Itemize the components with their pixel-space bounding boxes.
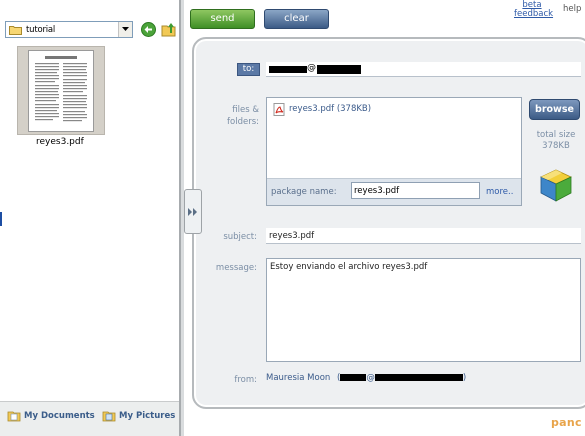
package-name-row: package name: reyes3.pdf more.. (267, 178, 521, 205)
to-field-button[interactable]: to: (237, 63, 260, 76)
total-size-label: total size (536, 130, 576, 140)
package-name-label: package name: (271, 187, 337, 197)
sender-email-at: @ (366, 373, 375, 383)
redacted-text (317, 65, 361, 74)
message-label: message: (215, 263, 257, 273)
total-size-value: 378KB (542, 141, 570, 151)
sender-identity[interactable]: Mauresia Moon (@) (266, 373, 466, 385)
total-size: total size 378KB (532, 130, 580, 152)
picture-icon (102, 411, 116, 422)
folder-icon (9, 26, 22, 35)
browser-shortcuts: My Documents My Pictures (0, 401, 179, 436)
beta-feedback-link[interactable]: beta feedback (514, 1, 553, 19)
shortcut-label: My Pictures (119, 411, 176, 421)
folder-dropdown[interactable]: tutorial (5, 21, 133, 38)
files-list[interactable]: reyes3.pdf (378KB) package name: reyes3.… (266, 97, 522, 206)
chevron-down-icon[interactable] (118, 22, 132, 37)
help-link[interactable]: help (563, 4, 581, 14)
recipient-input[interactable]: @ (266, 62, 581, 77)
message-textarea[interactable]: Estoy enviando el archivo reyes3.pdf (266, 258, 581, 362)
clear-button[interactable]: clear (264, 9, 329, 29)
pdf-icon (273, 103, 285, 116)
document-icon (7, 411, 21, 422)
brand-logo: panc (551, 416, 582, 429)
sender-name: Mauresia Moon (266, 373, 331, 383)
redacted-text (269, 66, 307, 73)
redacted-text (340, 374, 367, 381)
sender-email-close: ) (462, 373, 467, 383)
up-folder-icon[interactable] (161, 21, 177, 38)
more-options-link[interactable]: more.. (486, 187, 513, 197)
package-cube-icon (540, 169, 572, 202)
scroll-indicator (0, 212, 2, 226)
from-label: from: (234, 375, 257, 385)
attached-file-name: reyes3.pdf (378KB) (289, 104, 372, 114)
shortcut-label: My Documents (24, 411, 95, 421)
expand-arrows-icon (188, 208, 197, 216)
back-arrow-icon[interactable] (141, 22, 156, 37)
subject-label: subject: (223, 232, 257, 242)
file-name-caption[interactable]: reyes3.pdf (36, 137, 84, 147)
redacted-text (374, 374, 463, 381)
collapse-panel-toggle[interactable] (184, 189, 202, 234)
browse-button[interactable]: browse (529, 99, 580, 120)
folder-dropdown-value: tutorial (26, 25, 56, 35)
package-name-input[interactable]: reyes3.pdf (351, 182, 480, 199)
file-thumbnail[interactable] (17, 46, 105, 135)
document-preview (28, 50, 94, 132)
file-browser-panel: tutorial reyes3.pdf My Documents My Pict… (0, 0, 181, 436)
subject-input[interactable]: reyes3.pdf (266, 228, 581, 244)
recipient-at-sign: @ (307, 63, 316, 73)
files-label: files & folders: (227, 105, 259, 127)
send-button[interactable]: send (190, 9, 255, 29)
